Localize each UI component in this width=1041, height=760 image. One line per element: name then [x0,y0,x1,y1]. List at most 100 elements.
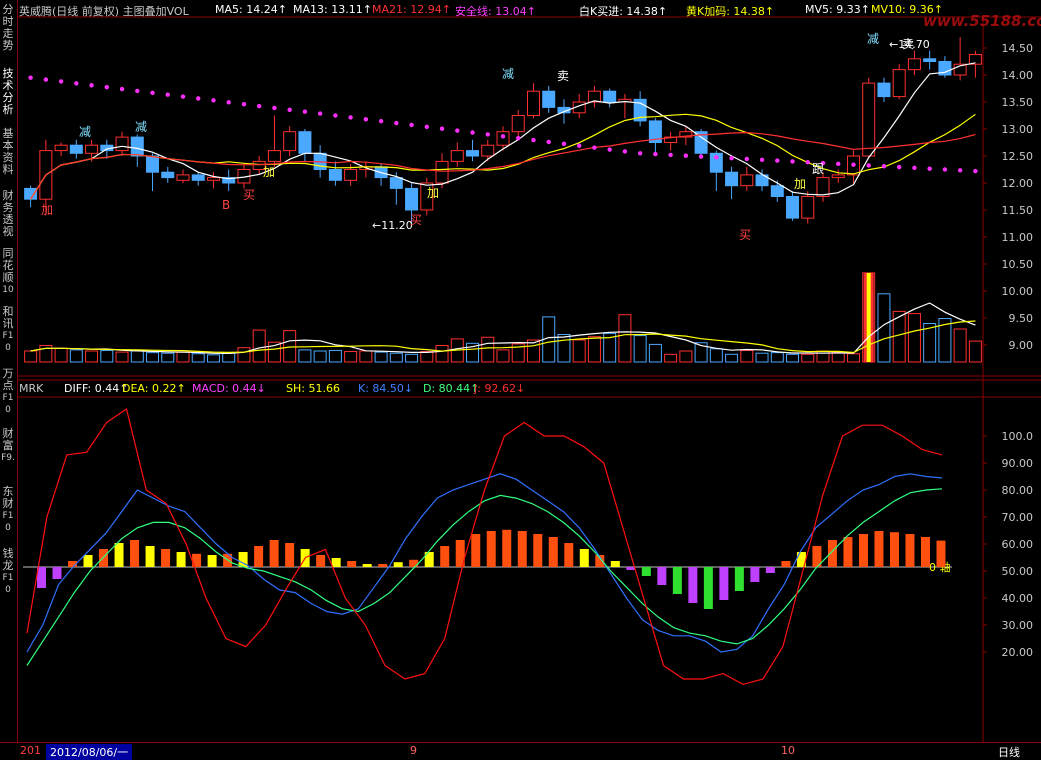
low-price-label: ←11.20 [372,219,413,232]
safety-dot [851,162,856,167]
volume-bar [405,353,419,363]
candle-body [907,58,921,71]
macd-bar [905,534,915,567]
safety-dot [196,96,201,101]
volume-bar [359,350,373,363]
candle-body [191,174,205,181]
safety-dot [790,159,795,164]
volume-highlight [866,272,871,362]
j-line [26,408,943,686]
safety-dot [287,107,292,113]
safety-dot [576,143,582,148]
macd-bar [130,540,140,567]
sidebar-tab-label: 财务透视 [2,189,14,238]
sidebar-tab-5[interactable]: 和讯 F10 [0,306,16,354]
candle-body [740,174,754,187]
candle-body [85,144,99,154]
sidebar-tab-0[interactable]: 分时走势 [0,4,16,52]
volume-bar [786,353,800,363]
candle-body [481,144,495,157]
volume-bar [115,351,129,363]
macd-bar [471,534,481,567]
sidebar-tab-2[interactable]: 基本资料 [0,128,16,176]
safety-dot [668,152,673,158]
candle-body [328,169,342,181]
macd-bar [440,546,450,567]
candle-body [511,115,525,133]
price-axis-label: 12.50 [1002,150,1034,163]
safety-dot [714,155,719,160]
sidebar-tab-sub: F10 [2,573,14,595]
signal-marker: 减 [79,125,91,139]
sidebar-tab-label: 同花顺 [2,247,14,284]
sidebar-tab-9[interactable]: 钱龙 F10 [0,548,16,596]
macd-bar [502,529,512,567]
indicator-axis-label: 50.00 [1002,565,1034,578]
sidebar-tab-1[interactable]: 技术分析 [0,68,16,116]
safety-dot [881,164,887,169]
signal-marker: 减 [502,67,514,81]
volume-bar [374,351,388,363]
candle-body [466,150,480,157]
header-value: MA13: 13.11↑ [293,3,372,16]
volume-bar [801,353,815,363]
safety-dot [927,166,932,171]
volume-bar [328,349,342,363]
volume-bar [161,352,175,363]
macd-bar [874,531,884,567]
safety-dot [561,141,567,147]
volume-bar [679,350,693,363]
chart-canvas[interactable]: 14.50 14.00 13.50 13.00 12.50 12.00 11.50 11.00… [17,0,1041,742]
safety-dot [637,151,643,156]
volume-bar [206,354,220,363]
month-9-label: 9 [410,744,417,757]
candle-body [344,169,358,181]
sidebar-tab-4[interactable]: 同花顺 10 [0,248,16,296]
safety-dot [896,164,902,170]
sidebar-tab-8[interactable]: 东财 F10 [0,486,16,534]
macd-bar [362,564,372,567]
candle-body [54,144,68,152]
sidebar-tab-label: 分时走势 [2,3,14,52]
safety-dot [104,84,110,90]
volume-bar [313,350,327,363]
price-axis-label: 14.00 [1002,69,1034,82]
signal-marker: 卖 [902,37,914,51]
volume-bar [587,336,601,363]
volume-bar [222,352,236,363]
macd-bar [331,558,341,567]
volume-bar [85,350,99,363]
candle-body [923,58,937,62]
safety-dot [317,111,323,116]
price-axis-label: 12.00 [1002,177,1034,190]
candle-body [450,150,464,162]
safety-dot [729,155,734,161]
macd-bar [843,537,853,567]
indicator-axis-label: 80.00 [1002,484,1034,497]
volume-bar [557,334,571,363]
macd-bar [145,546,155,567]
price-axis-label: 10.00 [1002,285,1034,298]
indicator-value: J: 92.62↓ [474,382,526,395]
signal-marker: 加 [794,177,806,191]
sidebar-tab-label: 技术分析 [2,67,14,116]
candle-body [389,177,403,189]
safety-dot [150,90,155,96]
sidebar-tab-3[interactable]: 财务透视 [0,190,16,238]
sidebar-tab-6[interactable]: 万点 F10 [0,368,16,416]
volume-bar [709,348,723,363]
sidebar-tab-7[interactable]: 财富 F9. [0,428,16,464]
safety-dot [165,92,170,97]
macd-bar [347,561,357,567]
safety-dot [622,149,628,154]
macd-bar [486,531,496,567]
safety-dot [135,88,140,94]
volume-bar [146,352,160,363]
macd-bar [176,552,186,567]
volume-bar [740,349,754,363]
price-axis-label: 14.50 [1002,42,1034,55]
safety-dot [424,124,430,130]
indicator-axis-label: 90.00 [1002,457,1034,470]
price-axis-label: 9.00 [1009,339,1034,352]
volume-bar [496,349,510,363]
